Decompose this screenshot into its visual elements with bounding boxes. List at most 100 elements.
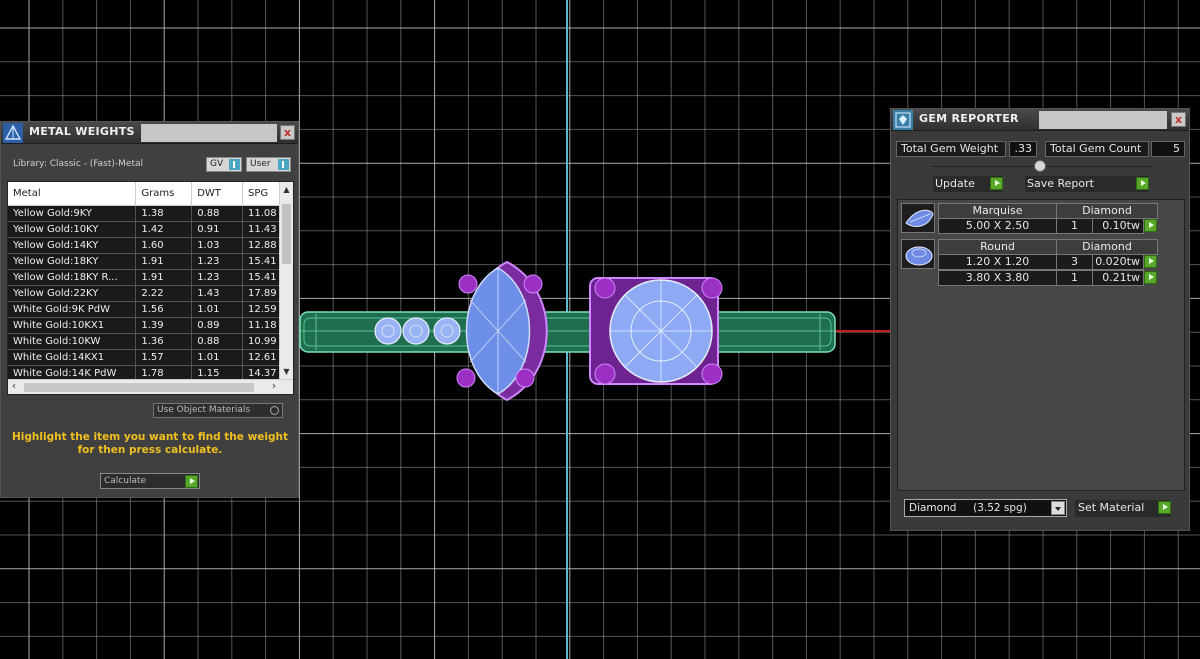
gem-size[interactable]: 5.00 X 2.50 [938,218,1057,234]
play-arrow-icon[interactable] [1144,219,1157,232]
table-cell: 1.03 [191,237,243,254]
material-select-value: Diamond (3.52 spg) [909,502,1027,514]
info-icon [229,159,240,170]
use-object-materials-label: Use Object Materials [157,405,251,415]
material-select[interactable]: Diamond (3.52 spg) [904,499,1067,517]
play-arrow-icon[interactable] [1144,271,1157,284]
table-cell: 10.99 [242,333,280,350]
marquise-setting [456,260,548,402]
table-row[interactable]: White Gold:10KW 1.36 0.88 10.99 [8,333,280,350]
gem-size[interactable]: 1.20 X 1.20 [938,254,1057,270]
table-row[interactable]: White Gold:10KX1 1.39 0.89 11.18 [8,317,280,334]
metal-table-body: Yellow Gold:9KY 1.38 0.88 11.08 Yellow Gold:… [8,205,280,382]
scroll-up-icon[interactable]: ▲ [281,185,292,195]
round-setting [589,277,723,385]
use-object-materials-option[interactable]: Use Object Materials [153,403,283,418]
total-gem-weight-value: .33 [1009,141,1037,157]
gem-count[interactable]: 3 [1056,254,1093,270]
user-toggle[interactable]: User [246,157,291,172]
metal-hint-text: Highlight the item you want to find the … [12,431,288,456]
gem-count[interactable]: 1 [1056,270,1093,286]
column-header-spg[interactable]: SPG [242,182,280,206]
table-cell: Yellow Gold:10KY [8,221,137,238]
round-gem-icon[interactable] [901,239,935,269]
titlebar-fill [1039,111,1167,129]
metal-table[interactable]: Metal Grams DWT SPG Yellow Gold:9KY 1.38 0… [7,181,294,395]
table-cell: 1.60 [135,237,193,254]
calculate-button[interactable]: Calculate [100,473,200,489]
table-cell: 1.42 [135,221,193,238]
scroll-thumb[interactable] [24,383,254,392]
table-cell: 11.08 [242,205,280,222]
gv-toggle[interactable]: GV [206,157,242,172]
table-row[interactable]: Yellow Gold:14KY 1.60 1.03 12.88 [8,237,280,254]
scroll-thumb[interactable] [282,204,291,264]
table-cell: White Gold:9K PdW [8,301,137,318]
table-cell: 1.39 [135,317,193,334]
column-header-dwt[interactable]: DWT [191,182,243,206]
table-cell: 1.01 [191,301,243,318]
save-report-button[interactable]: Save Report [1025,176,1149,192]
chevron-down-icon[interactable] [1051,501,1065,515]
save-report-label: Save Report [1027,177,1094,190]
table-row[interactable]: Yellow Gold:18KY R... 1.91 1.23 15.41 [8,269,280,286]
metal-weights-titlebar[interactable]: METAL WEIGHTS x [1,122,298,144]
close-icon[interactable]: x [1171,112,1186,127]
table-cell: 1.36 [135,333,193,350]
vertical-scrollbar[interactable]: ▲ ▼ [279,182,293,380]
play-arrow-icon [1136,177,1149,190]
table-cell: 1.43 [191,285,243,302]
gem-reporter-panel: GEM REPORTER x Total Gem Weight .33 Tota… [890,108,1190,531]
gem-list[interactable]: Marquise Diamond 5.00 X 2.50 1 0.10tw Ro… [897,199,1185,491]
table-cell: Yellow Gold:18KY R... [8,269,137,286]
scroll-down-icon[interactable]: ▼ [281,367,292,377]
calculate-label: Calculate [104,476,147,486]
metal-table-header: Metal Grams DWT SPG [8,182,280,206]
gem-weight[interactable]: 0.21tw [1092,270,1144,286]
slider-knob[interactable] [1034,160,1046,172]
table-row[interactable]: White Gold:14KX1 1.57 1.01 12.61 [8,349,280,366]
table-cell: 1.56 [135,301,193,318]
set-material-button[interactable]: Set Material [1075,500,1171,517]
table-cell: 1.57 [135,349,193,366]
table-cell: 0.89 [191,317,243,334]
gv-toggle-label: GV [210,159,224,169]
gem-weight[interactable]: 0.10tw [1092,218,1144,234]
radio-icon[interactable] [270,406,279,415]
titlebar-fill [141,124,277,142]
update-button[interactable]: Update [933,176,1003,192]
scroll-right-icon[interactable]: › [272,381,276,392]
gem-weight[interactable]: 0.020tw [1092,254,1144,270]
table-cell: 0.88 [191,205,243,222]
side-stones [374,317,461,345]
column-header-metal[interactable]: Metal [8,182,137,206]
table-row[interactable]: White Gold:9K PdW 1.56 1.01 12.59 [8,301,280,318]
table-row[interactable]: Yellow Gold:10KY 1.42 0.91 11.43 [8,221,280,238]
table-row[interactable]: Yellow Gold:18KY 1.91 1.23 15.41 [8,253,280,270]
table-cell: 11.18 [242,317,280,334]
table-cell: Yellow Gold:14KY [8,237,137,254]
horizontal-scrollbar[interactable]: ‹ › [8,379,293,394]
marquise-gem-icon[interactable] [901,203,935,233]
user-toggle-label: User [250,159,271,169]
table-cell: 1.91 [135,269,193,286]
set-material-label: Set Material [1078,501,1145,514]
column-header-grams[interactable]: Grams [135,182,193,206]
table-cell: 1.01 [191,349,243,366]
gem-count[interactable]: 1 [1056,218,1093,234]
table-cell: 15.41 [242,253,280,270]
play-arrow-icon[interactable] [1144,255,1157,268]
table-cell: White Gold:14KX1 [8,349,137,366]
table-cell: 2.22 [135,285,193,302]
gem-reporter-titlebar[interactable]: GEM REPORTER x [891,109,1189,131]
table-cell: White Gold:10KW [8,333,137,350]
table-cell: 1.91 [135,253,193,270]
close-icon[interactable]: x [280,125,295,140]
info-icon [278,159,289,170]
play-arrow-icon [1158,501,1171,514]
table-row[interactable]: Yellow Gold:9KY 1.38 0.88 11.08 [8,205,280,222]
table-cell: Yellow Gold:18KY [8,253,137,270]
scroll-left-icon[interactable]: ‹ [12,381,16,392]
gem-size[interactable]: 3.80 X 3.80 [938,270,1057,286]
table-row[interactable]: Yellow Gold:22KY 2.22 1.43 17.89 [8,285,280,302]
